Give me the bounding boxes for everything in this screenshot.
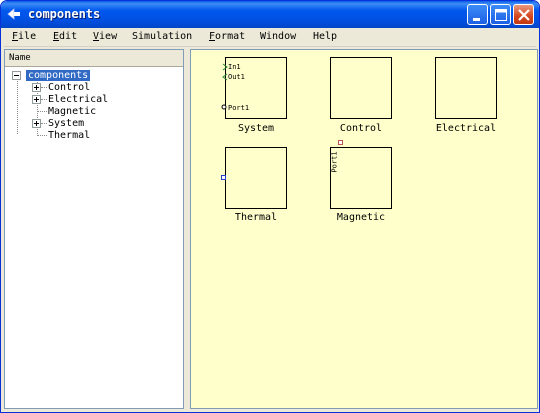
menu-simulation[interactable]: Simulation <box>132 31 192 42</box>
tree-item-system[interactable]: System <box>48 118 84 130</box>
port-label-out1: Out1 <box>228 73 245 81</box>
tree-line <box>17 79 18 134</box>
tree-line <box>41 87 47 88</box>
menu-edit[interactable]: Edit <box>53 31 77 42</box>
tree-column-header[interactable]: Name <box>5 50 183 67</box>
tree-line <box>41 99 47 100</box>
minimize-icon <box>473 18 480 21</box>
block-electrical[interactable] <box>435 57 497 119</box>
tree-item-components[interactable]: components <box>26 70 91 82</box>
model-canvas[interactable]: In1 Out1 Port1 System Control Electrical… <box>190 49 538 409</box>
menu-help[interactable]: Help <box>313 31 337 42</box>
maximize-button[interactable] <box>490 4 511 25</box>
block-magnetic[interactable]: Port1 <box>330 140 392 209</box>
tree-item-electrical[interactable]: Electrical <box>48 94 108 106</box>
title-bar[interactable]: components <box>1 1 539 28</box>
tree-item-control[interactable]: Control <box>48 82 90 94</box>
block-label-electrical: Electrical <box>435 123 497 134</box>
tree-line <box>37 111 47 112</box>
maximize-icon <box>495 9 507 21</box>
menu-format[interactable]: Format <box>209 31 245 42</box>
block-label-system: System <box>237 123 275 134</box>
app-icon <box>7 7 21 21</box>
tree-line <box>41 123 47 124</box>
tree-header-label: Name <box>9 53 31 63</box>
menu-file[interactable]: File <box>12 31 36 42</box>
menu-bar: File Edit View Simulation Format Window … <box>4 28 536 47</box>
port-label-in1: In1 <box>228 63 241 71</box>
tree-item-magnetic[interactable]: Magnetic <box>48 106 96 118</box>
block-system[interactable]: In1 Out1 Port1 <box>221 57 287 119</box>
tree-collapse-toggle[interactable] <box>12 71 21 80</box>
minimize-button[interactable] <box>467 4 488 25</box>
block-label-thermal: Thermal <box>234 212 278 223</box>
block-label-control: Control <box>339 123 383 134</box>
port-label-port1: Port1 <box>228 104 250 112</box>
application-window: components File Edit View Simulation For… <box>0 0 540 413</box>
menu-window[interactable]: Window <box>260 31 296 42</box>
close-icon <box>518 9 530 21</box>
connection-port-icon <box>221 175 226 180</box>
menu-view[interactable]: View <box>93 31 117 42</box>
tree-expand-toggle-system[interactable] <box>32 119 41 128</box>
tree-expand-toggle-electrical[interactable] <box>32 95 41 104</box>
port-label-port1: Port1 <box>330 151 339 173</box>
window-title: components <box>28 7 101 21</box>
tree-item-thermal[interactable]: Thermal <box>48 130 90 142</box>
connection-port-icon <box>221 104 227 110</box>
block-thermal[interactable] <box>221 147 287 209</box>
tree-expand-toggle-control[interactable] <box>32 83 41 92</box>
block-control[interactable] <box>330 57 392 119</box>
close-button[interactable] <box>513 4 534 25</box>
tree-panel[interactable]: Name components Control Electrical Magne… <box>4 49 184 409</box>
block-label-magnetic: Magnetic <box>336 212 386 223</box>
connection-port-icon <box>338 140 343 145</box>
tree-line <box>37 135 47 136</box>
